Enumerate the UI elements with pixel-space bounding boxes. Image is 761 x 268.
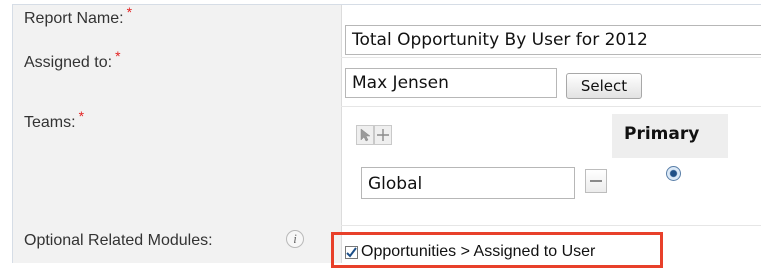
minus-icon [590, 180, 602, 182]
checkmark-icon [346, 247, 357, 258]
assigned-to-input[interactable]: Max Jensen [345, 68, 557, 98]
assigned-to-label-text: Assigned to: [24, 54, 113, 71]
label-column [13, 5, 342, 263]
select-user-button[interactable]: Select [566, 73, 642, 99]
remove-team-button[interactable] [585, 169, 607, 193]
report-name-label: Report Name: * [24, 5, 132, 28]
required-asterisk: * [126, 3, 133, 20]
related-module-checkbox[interactable] [345, 246, 358, 259]
plus-icon[interactable] [374, 125, 392, 145]
row-divider [341, 57, 761, 58]
row-divider [341, 225, 761, 226]
assigned-to-label: Assigned to: * [24, 49, 121, 72]
primary-header-text: Primary [624, 124, 700, 144]
required-asterisk: * [78, 107, 85, 124]
required-asterisk: * [115, 47, 121, 64]
optional-modules-label: Optional Related Modules: [24, 232, 213, 249]
related-module-label: Opportunities > Assigned to User [361, 243, 596, 260]
teams-label: Teams: * [24, 109, 84, 132]
arrow-cursor-icon[interactable] [356, 125, 374, 145]
report-name-input[interactable]: Total Opportunity By User for 2012 [345, 25, 761, 55]
teams-label-text: Teams: [24, 114, 76, 131]
team-name-input[interactable]: Global [361, 167, 575, 199]
row-divider [341, 106, 761, 107]
arrow-cursor-icon-glyph [360, 128, 371, 142]
report-name-label-text: Report Name: [24, 10, 124, 27]
info-icon[interactable]: i [286, 230, 304, 248]
primary-team-radio[interactable] [666, 166, 681, 181]
plus-icon-glyph [377, 129, 389, 141]
